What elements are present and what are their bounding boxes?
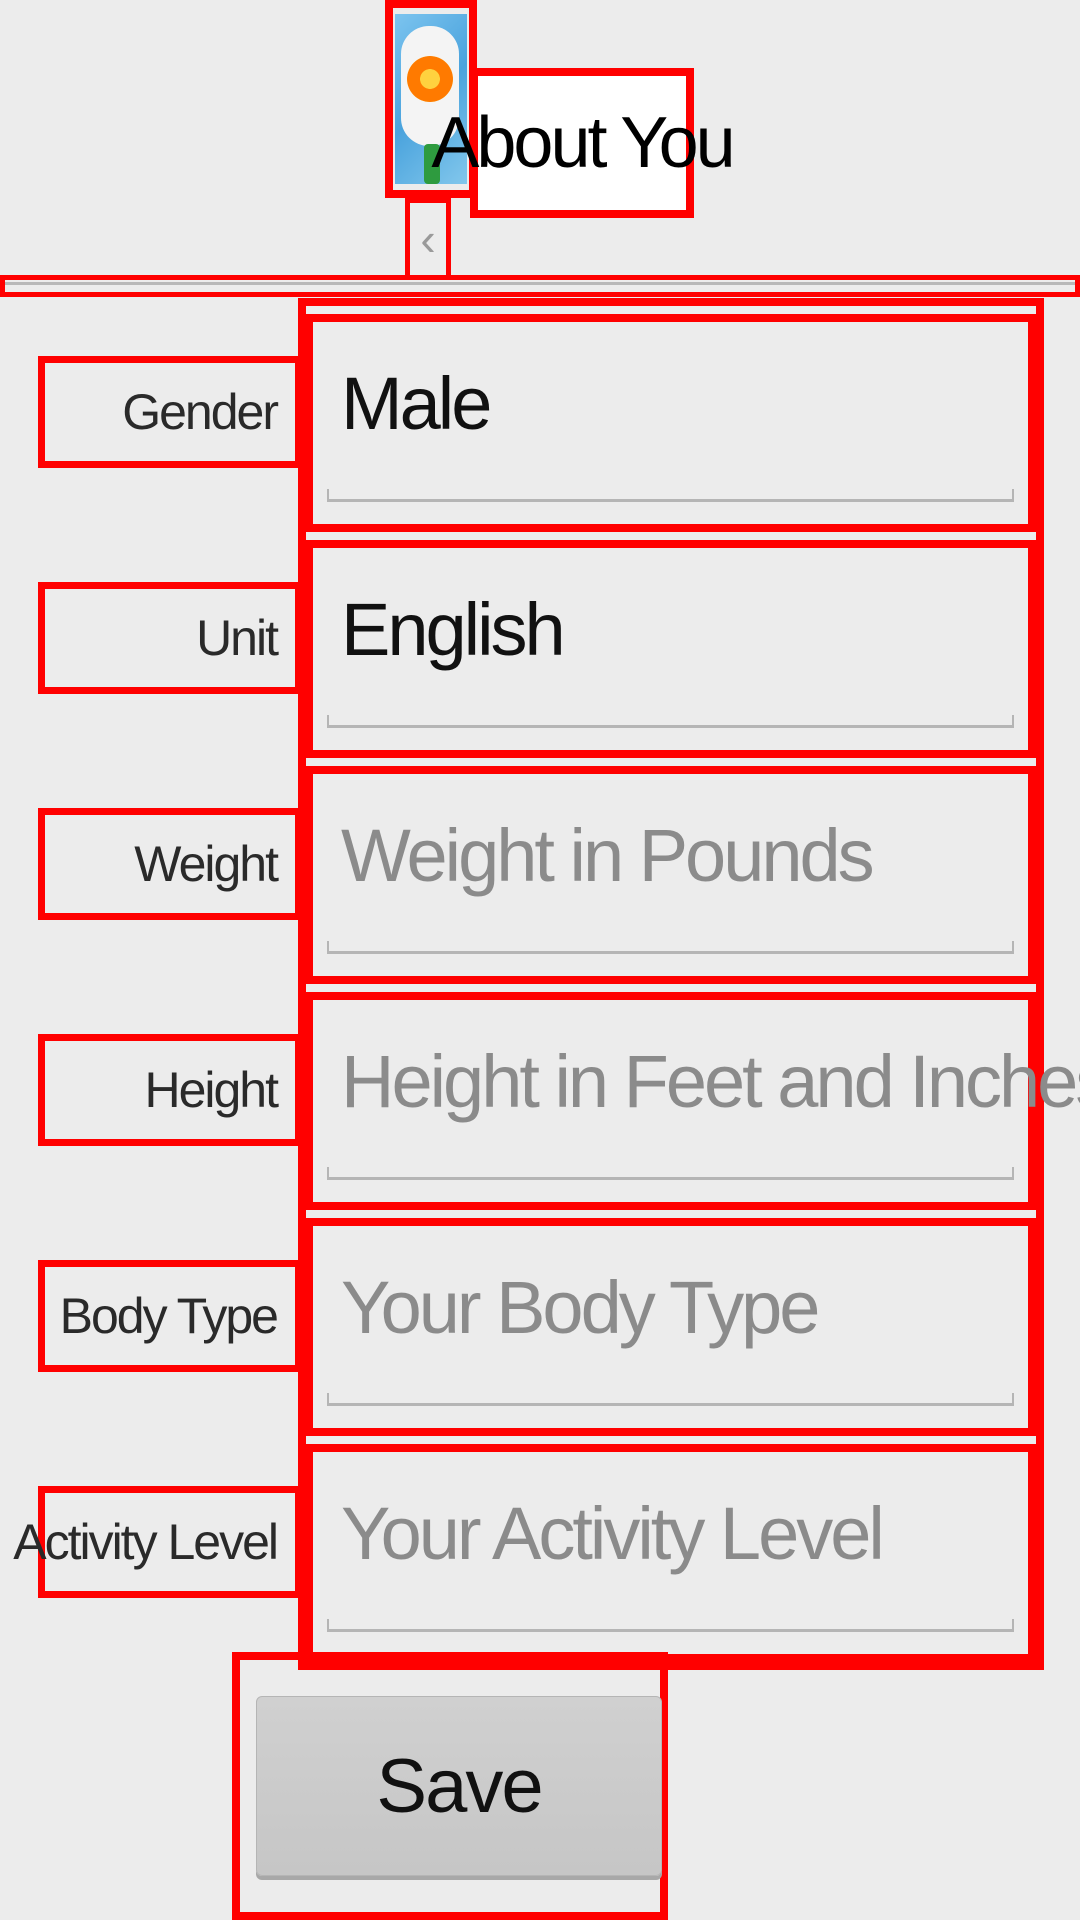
height-placeholder: Height in Feet and Inches (341, 1039, 1080, 1123)
activity-level-label: Activity Level (13, 1486, 302, 1598)
field-underline (327, 715, 1014, 728)
height-label: Height (38, 1034, 302, 1146)
field-underline (327, 1619, 1014, 1632)
save-button[interactable]: Save (256, 1696, 662, 1876)
body-type-label: Body Type (38, 1260, 302, 1372)
field-underline (327, 1167, 1014, 1180)
gender-spinner[interactable]: Male (305, 314, 1036, 532)
field-underline (327, 941, 1014, 954)
field-underline (327, 489, 1014, 502)
save-button-region: Save (232, 1652, 668, 1920)
weight-label: Weight (38, 808, 302, 920)
activity-level-placeholder: Your Activity Level (341, 1491, 885, 1575)
activity-level-input[interactable]: Your Activity Level (305, 1444, 1036, 1662)
height-input[interactable]: Height in Feet and Inches (305, 992, 1080, 1210)
unit-value: English (341, 587, 566, 671)
weight-placeholder: Weight in Pounds (341, 813, 875, 897)
weight-input[interactable]: Weight in Pounds (305, 766, 1036, 984)
unit-label: Unit (38, 582, 302, 694)
unit-spinner[interactable]: English (305, 540, 1036, 758)
gender-value: Male (341, 361, 492, 445)
body-type-input[interactable]: Your Body Type (305, 1218, 1036, 1436)
field-underline (327, 1393, 1014, 1406)
header-divider (0, 275, 1080, 297)
body-type-placeholder: Your Body Type (341, 1265, 820, 1349)
chevron-left-icon[interactable]: ‹ (405, 198, 451, 280)
page-title: About You (431, 68, 736, 218)
gender-label: Gender (38, 356, 302, 468)
